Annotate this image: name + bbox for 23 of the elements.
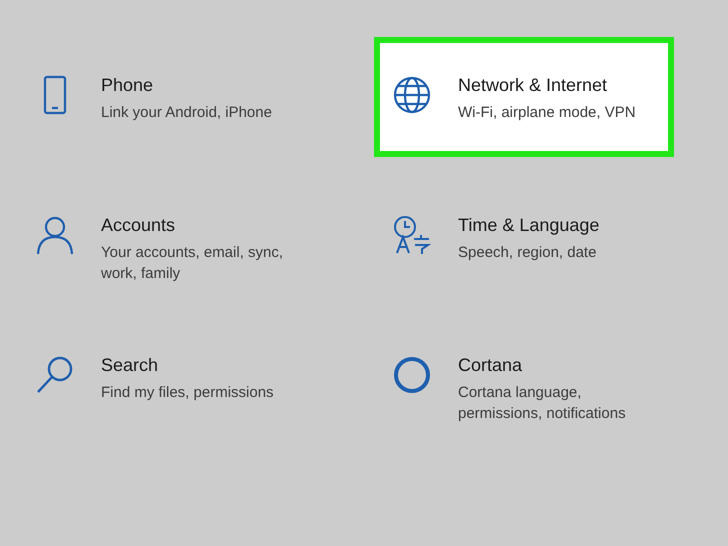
settings-item[interactable]: Accounts Your accounts, email, sync, work, family [17, 177, 317, 297]
item-title: Search [101, 355, 160, 376]
person-icon [35, 215, 75, 255]
settings-item[interactable]: Phone Link your Android, iPhone [17, 37, 317, 157]
item-title: Time & Language [458, 215, 600, 236]
item-description: Your accounts, email, sync, work, family [101, 243, 284, 284]
clock-language-icon [392, 215, 432, 255]
settings-item[interactable]: Cortana Cortana language, permissions, notifications [374, 317, 674, 437]
item-title: Cortana [458, 355, 524, 376]
globe-icon [392, 75, 432, 115]
item-description: Wi-Fi, airplane mode, VPN [458, 103, 637, 123]
item-description: Link your Android, iPhone [101, 103, 273, 123]
settings-item[interactable]: Search Find my files, permissions [17, 317, 317, 437]
settings-item[interactable]: Time & Language Speech, region, date [374, 177, 674, 297]
item-description: Cortana language, permissions, notifications [458, 383, 627, 424]
settings-item[interactable]: Network & Internet Wi-Fi, airplane mode, VPN [374, 37, 674, 157]
item-title: Accounts [101, 215, 176, 236]
item-title: Network & Internet [458, 75, 608, 96]
item-description: Find my files, permissions [101, 383, 275, 403]
item-description: Speech, region, date [458, 243, 598, 263]
search-icon [35, 355, 75, 395]
item-title: Phone [101, 75, 154, 96]
ring-icon [392, 355, 432, 395]
